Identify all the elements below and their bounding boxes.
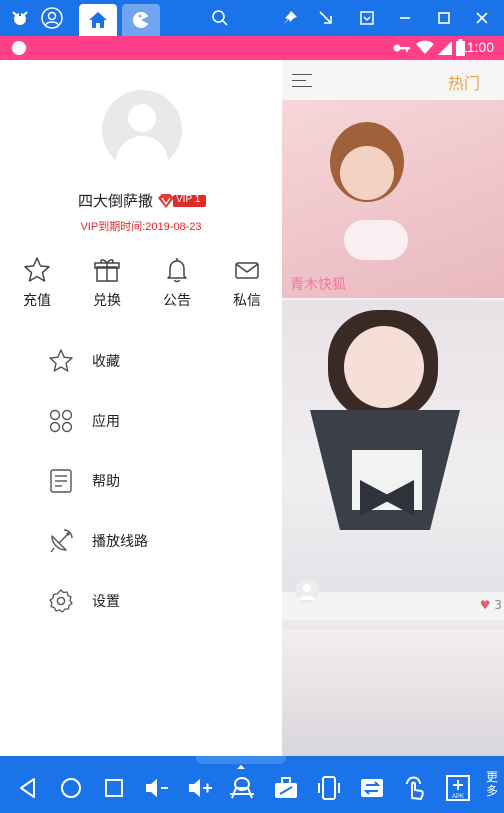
notification-dot-icon bbox=[12, 41, 26, 55]
restore-arrow-icon[interactable] bbox=[314, 6, 338, 30]
pin-icon[interactable] bbox=[278, 6, 302, 30]
menu-icon[interactable] bbox=[292, 72, 312, 88]
apps-icon bbox=[49, 409, 73, 433]
card-caption: 青木快狐 bbox=[290, 277, 346, 293]
menu-item-favorites[interactable]: 收藏 bbox=[0, 335, 282, 385]
home-icon bbox=[89, 12, 107, 28]
toolbar-handle[interactable] bbox=[196, 756, 286, 769]
messages-label: 私信 bbox=[233, 293, 261, 309]
vip-level-label: VIP 1 bbox=[176, 194, 201, 205]
close-icon[interactable] bbox=[470, 6, 494, 30]
install-apk-icon[interactable]: APK bbox=[444, 774, 472, 802]
tab-home[interactable] bbox=[79, 4, 117, 36]
touch-icon[interactable] bbox=[401, 774, 429, 802]
menu-item-label: 设置 bbox=[92, 594, 120, 610]
android-status-bar: 11:00 bbox=[0, 36, 504, 60]
shake-phone-icon[interactable] bbox=[315, 774, 343, 802]
back-icon[interactable] bbox=[14, 774, 42, 802]
username: 四大倒萨撒 bbox=[78, 192, 154, 210]
sync-icon[interactable] bbox=[358, 774, 386, 802]
signal-icon bbox=[438, 41, 452, 55]
star-icon bbox=[24, 257, 50, 282]
mail-icon bbox=[235, 262, 259, 279]
volume-up-icon[interactable] bbox=[186, 774, 214, 802]
status-time: 11:00 bbox=[460, 39, 494, 55]
menu-item-settings[interactable]: 设置 bbox=[0, 575, 282, 625]
emulator-title-bar bbox=[0, 0, 504, 36]
wifi-icon bbox=[416, 40, 434, 54]
bell-icon bbox=[167, 258, 187, 283]
menu-item-apps[interactable]: 应用 bbox=[0, 395, 282, 445]
star-icon bbox=[49, 349, 73, 372]
menu-item-help[interactable]: 帮助 bbox=[0, 455, 282, 505]
menu-item-playback-route[interactable]: 播放线路 bbox=[0, 515, 282, 565]
navigation-drawer: 四大倒萨撒 VIP 1 VIP到期时间:2019-08-23 充值 兑换 公告 … bbox=[0, 60, 282, 756]
more-button[interactable]: 更多 bbox=[484, 770, 500, 798]
menu-item-label: 应用 bbox=[92, 414, 120, 430]
video-card[interactable] bbox=[282, 620, 504, 756]
settings-icon bbox=[49, 589, 73, 613]
redeem-button[interactable]: 兑换 bbox=[82, 256, 132, 310]
video-card[interactable] bbox=[282, 100, 504, 298]
video-card[interactable] bbox=[282, 300, 504, 592]
menu-item-label: 播放线路 bbox=[92, 534, 148, 550]
tab-hot[interactable]: 热门 bbox=[448, 70, 480, 94]
apk-label: APK bbox=[452, 794, 464, 800]
like-count: ♥ 3 bbox=[479, 598, 502, 612]
emulator-toolbar: APK 更多 bbox=[0, 756, 504, 813]
messages-button[interactable]: 私信 bbox=[222, 256, 272, 310]
menu-item-label: 收藏 bbox=[92, 354, 120, 370]
menu-item-label: 帮助 bbox=[92, 474, 120, 490]
announcement-label: 公告 bbox=[163, 293, 191, 309]
toolbox-icon[interactable] bbox=[272, 774, 300, 802]
tab-app[interactable] bbox=[122, 4, 160, 36]
key-icon bbox=[393, 44, 410, 52]
avatar-icon bbox=[295, 579, 319, 603]
robot-icon[interactable] bbox=[228, 774, 256, 802]
app-tab-icon bbox=[133, 12, 149, 28]
vip-expiry: VIP到期时间:2019-08-23 bbox=[80, 221, 202, 233]
satellite-icon bbox=[50, 529, 73, 553]
minimize-icon[interactable] bbox=[393, 6, 417, 30]
home-circle-icon[interactable] bbox=[57, 774, 85, 802]
redeem-label: 兑换 bbox=[93, 293, 121, 309]
user-avatar[interactable] bbox=[102, 90, 182, 170]
maximize-icon[interactable] bbox=[432, 6, 456, 30]
search-icon[interactable] bbox=[208, 6, 232, 30]
recharge-button[interactable]: 充值 bbox=[12, 256, 62, 310]
heart-icon: ♥ bbox=[479, 598, 491, 612]
app-logo-icon bbox=[8, 6, 32, 30]
recharge-label: 充值 bbox=[23, 293, 51, 309]
dropdown-window-icon[interactable] bbox=[355, 6, 379, 30]
announcement-button[interactable]: 公告 bbox=[152, 256, 202, 310]
account-icon[interactable] bbox=[40, 6, 64, 30]
gift-icon bbox=[94, 259, 120, 282]
document-icon bbox=[50, 469, 72, 493]
recents-icon[interactable] bbox=[100, 774, 128, 802]
content-panel: 热门 青木快狐 ♥ 3 bbox=[282, 60, 504, 756]
content-header: 热门 bbox=[282, 60, 504, 100]
volume-down-icon[interactable] bbox=[143, 774, 171, 802]
